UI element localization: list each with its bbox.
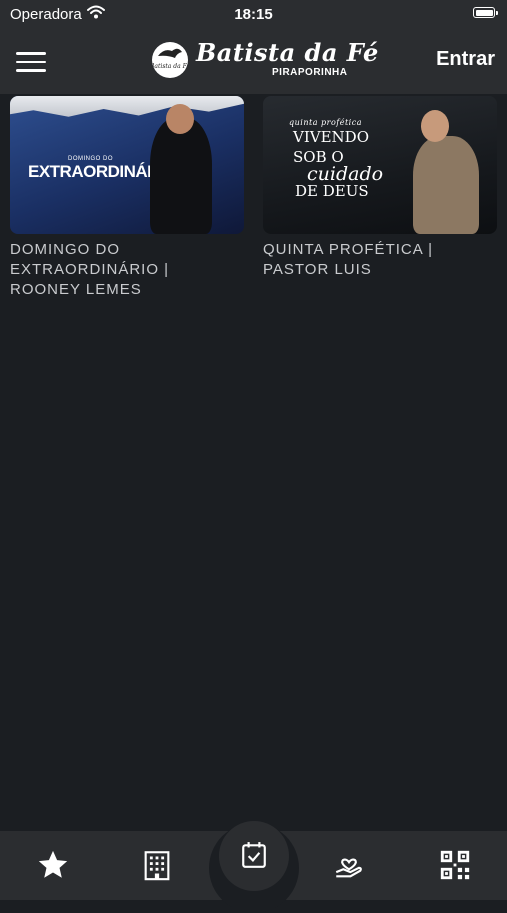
event-thumbnail: DOMINGO DO EXTRAORDINÁRIO (10, 96, 244, 234)
event-title: DOMINGO DO EXTRAORDINÁRIO | ROONEY LEMES (10, 241, 170, 298)
thumb-line: VIVENDO (293, 128, 369, 146)
event-title: QUINTA PROFÉTICA | PASTOR LUIS (263, 241, 433, 278)
nav-qr-code[interactable] (438, 848, 472, 882)
app-header: Batista da Fé Batista da Fé PIRAPORINHA … (0, 28, 507, 94)
preacher-image (150, 118, 212, 234)
event-card[interactable]: quinta profética VIVENDO SOB O cuidado D… (263, 96, 497, 280)
event-card[interactable]: DOMINGO DO EXTRAORDINÁRIO DOMINGO DO EXT… (10, 96, 244, 300)
hamburger-icon (16, 52, 46, 55)
svg-text:Batista da Fé: Batista da Fé (152, 63, 188, 70)
star-icon (38, 850, 68, 878)
menu-button[interactable] (16, 52, 46, 72)
bottom-nav (0, 821, 507, 913)
nav-donate[interactable] (332, 848, 366, 882)
heart-hand-icon (335, 858, 362, 878)
building-icon (144, 851, 170, 881)
status-bar: Operadora 18:15 (0, 0, 507, 28)
clock: 18:15 (234, 6, 273, 23)
qr-code-icon (440, 850, 470, 880)
logo-mark: Batista da Fé (152, 42, 188, 78)
battery-icon (473, 7, 498, 18)
nav-church[interactable] (140, 848, 174, 882)
event-thumbnail: quinta profética VIVENDO SOB O cuidado D… (263, 96, 497, 234)
nav-favorites[interactable] (36, 848, 70, 882)
preacher-image (413, 136, 479, 234)
logo-title: Batista da Fé (196, 38, 379, 67)
church-logo: Batista da Fé Batista da Fé PIRAPORINHA (152, 38, 378, 82)
nav-events[interactable] (219, 821, 289, 891)
logo-subtitle: PIRAPORINHA (272, 67, 348, 78)
thumb-subtitle: quinta profética (289, 118, 362, 127)
thumb-line: DE DEUS (295, 182, 369, 200)
login-button[interactable]: Entrar (436, 48, 495, 71)
calendar-check-icon (242, 842, 266, 868)
